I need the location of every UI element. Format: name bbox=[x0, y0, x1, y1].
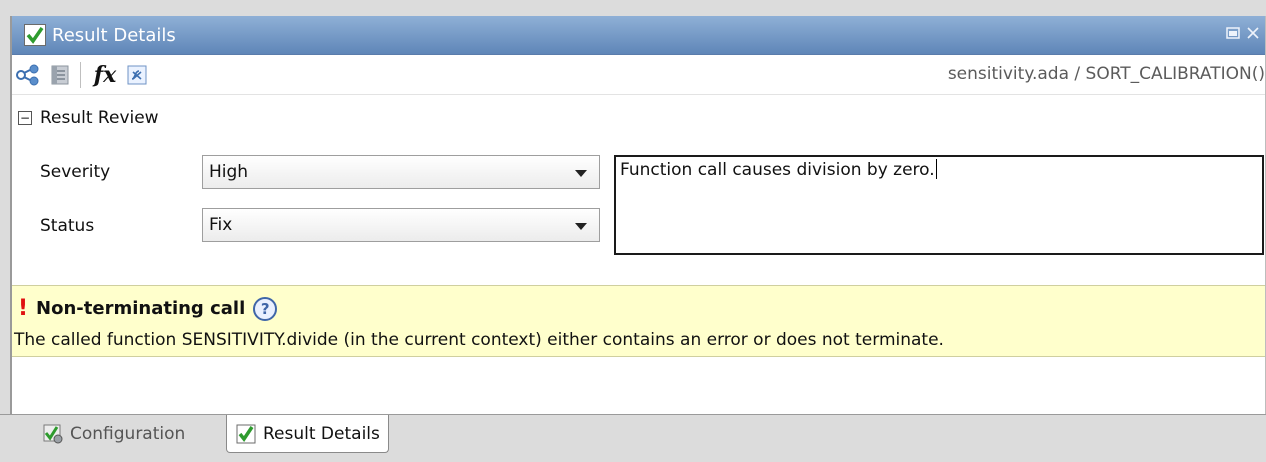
toolbar-separator bbox=[80, 61, 81, 88]
status-dropdown[interactable]: Fix bbox=[202, 208, 600, 242]
message-title-row: ! Non-terminating call ? bbox=[18, 296, 278, 321]
file-icon[interactable] bbox=[44, 60, 76, 90]
text-caret bbox=[935, 159, 937, 179]
check-message: ! Non-terminating call ? The called func… bbox=[12, 285, 1265, 357]
function-button[interactable]: fx bbox=[89, 60, 121, 90]
error-marker-icon: ! bbox=[18, 296, 29, 321]
bottom-tab-bar: Configuration Result Details bbox=[0, 414, 1266, 462]
breadcrumb: sensitivity.ada / SORT_CALIBRATION() bbox=[947, 64, 1265, 84]
app-frame: Result Details fx sensitivity.ada / SORT… bbox=[0, 0, 1266, 462]
status-label: Status bbox=[40, 216, 95, 236]
collapse-icon[interactable]: − bbox=[18, 111, 32, 125]
message-title: Non-terminating call bbox=[36, 298, 246, 319]
tab-label: Configuration bbox=[70, 424, 186, 444]
variable-icon[interactable] bbox=[121, 60, 153, 90]
severity-value: High bbox=[209, 162, 249, 182]
window-controls bbox=[1225, 25, 1261, 45]
panel-title: Result Details bbox=[52, 24, 176, 46]
checkmark-icon bbox=[24, 24, 46, 46]
result-details-panel: Result Details fx sensitivity.ada / SORT… bbox=[10, 16, 1266, 414]
restore-icon[interactable] bbox=[1225, 25, 1241, 45]
tab-result-details[interactable]: Result Details bbox=[226, 415, 389, 453]
tab-configuration[interactable]: Configuration bbox=[34, 415, 193, 453]
comment-text: Function call causes division by zero. bbox=[620, 160, 935, 180]
severity-dropdown[interactable]: High bbox=[202, 155, 600, 189]
help-icon[interactable]: ? bbox=[253, 296, 278, 321]
status-value: Fix bbox=[209, 215, 233, 235]
section-label: Result Review bbox=[40, 108, 159, 128]
comment-textarea[interactable]: Function call causes division by zero. bbox=[614, 155, 1264, 255]
result-review-header[interactable]: − Result Review bbox=[12, 106, 159, 130]
call-graph-icon[interactable] bbox=[12, 60, 44, 90]
tab-label: Result Details bbox=[263, 423, 380, 444]
close-icon[interactable] bbox=[1245, 25, 1261, 45]
dropdown-arrow-icon bbox=[575, 170, 587, 177]
checkmark-icon bbox=[236, 424, 256, 443]
configuration-icon bbox=[43, 424, 63, 444]
panel-title-bar: Result Details bbox=[12, 16, 1265, 55]
severity-label: Severity bbox=[40, 162, 111, 182]
toolbar: fx sensitivity.ada / SORT_CALIBRATION() bbox=[12, 55, 1265, 95]
dropdown-arrow-icon bbox=[575, 223, 587, 230]
message-body: The called function SENSITIVITY.divide (… bbox=[14, 330, 944, 350]
